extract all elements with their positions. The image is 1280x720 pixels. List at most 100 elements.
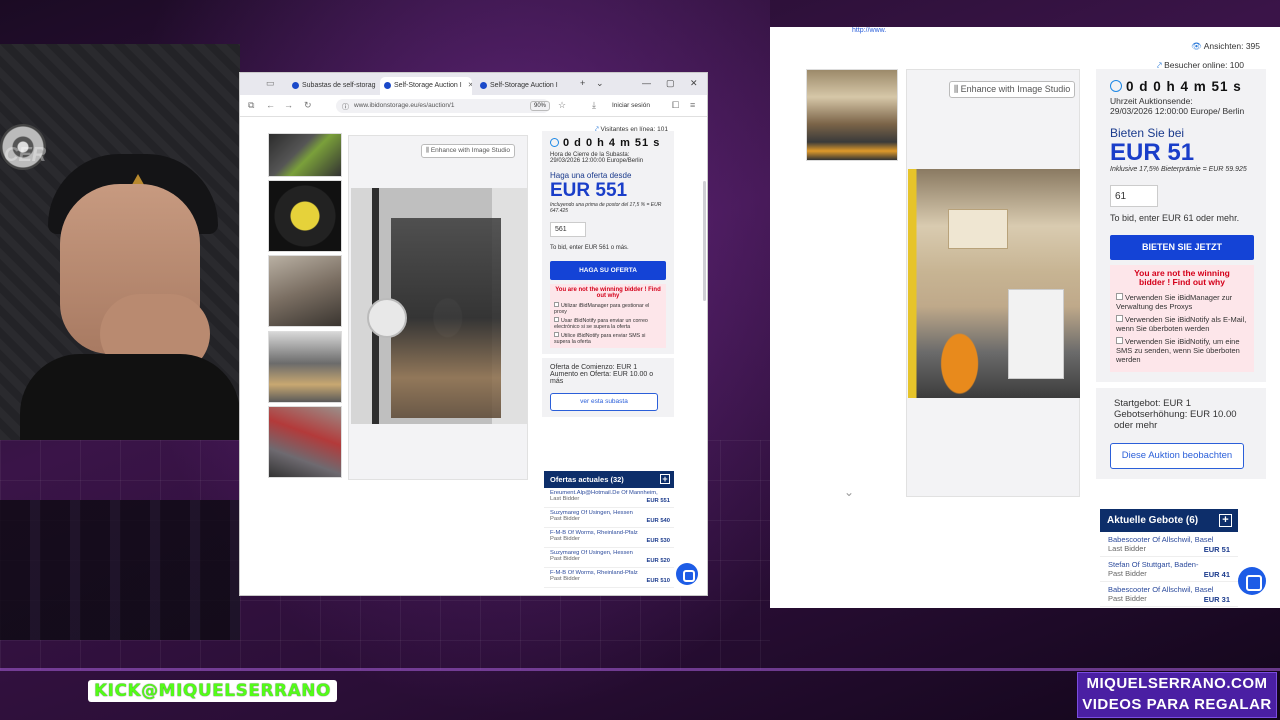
checkbox[interactable]: [554, 317, 559, 322]
start-bid: Oferta de Comienzo: EUR 1: [550, 364, 638, 371]
chat-widget-icon[interactable]: [676, 563, 698, 585]
offer-row: Babescooter Of Allschwil, Basel Last Bid…: [1100, 532, 1238, 557]
to-bid-hint: To bid, enter EUR 61 oder mehr.: [1110, 213, 1240, 223]
watch-auction-button[interactable]: Diese Auktion beobachten: [1110, 443, 1244, 469]
option-ibidmanager[interactable]: Utilizar iBidManager para gestionar el p…: [554, 302, 662, 315]
website-link[interactable]: http://www.: [852, 27, 886, 34]
reload-icon[interactable]: ↻: [304, 100, 312, 111]
tab-2[interactable]: Self-Storage Auction I✕: [380, 77, 472, 95]
option-ibidnotify-email[interactable]: Usar iBidNotify para enviar un correo el…: [554, 317, 662, 330]
bid-from-label: Haga una oferta desde: [550, 171, 632, 180]
forward-icon[interactable]: →: [284, 100, 293, 110]
countdown-timer: 0 d 0 h 4 m 51 s: [550, 137, 666, 149]
eye-icon: 👁: [1191, 41, 1202, 51]
bid-increment: Gebotserhöhung: EUR 10.00 oder mehr: [1114, 409, 1237, 431]
tab-favicon: [292, 82, 299, 89]
thumbnail-4[interactable]: [268, 331, 342, 403]
bid-amount-input[interactable]: 61: [1110, 185, 1158, 207]
option-ibidnotify-sms[interactable]: Utilice iBidNotify para enviar SMS si su…: [554, 332, 662, 345]
promo-banner: MIQUELSERRANO.COM VIDEOS PARA REGALAR: [1077, 672, 1277, 718]
zoomed-bid-sidebar: 0 d 0 h 4 m 51 s Uhrzeit Auktionsende: 2…: [1096, 69, 1266, 479]
zoomed-storage-photo[interactable]: [908, 169, 1080, 398]
new-tab-icon[interactable]: +: [580, 78, 585, 88]
downloads-icon[interactable]: ⤓: [592, 100, 596, 111]
kick-channel-handle: KICK@MIQUELSERRANO: [88, 680, 337, 702]
url-field[interactable]: ⓘ www.ibidonstorage.eu/es/auction/1: [336, 99, 550, 113]
bid-from-label: Bieten Sie bei: [1110, 126, 1185, 140]
checkbox[interactable]: [554, 302, 559, 307]
zoomed-offers-panel: Aktuelle Gebote (6) + Babescooter Of All…: [1100, 509, 1238, 607]
bid-increment: Aumento en Oferta: EUR 10.00 o más: [550, 371, 654, 385]
satellite-dish: [367, 298, 407, 338]
back-icon[interactable]: ←: [266, 100, 275, 110]
enhance-image-button[interactable]: ⫼ Enhance with Image Studio: [949, 81, 1076, 98]
clock-icon: [1110, 80, 1122, 92]
extensions-icon[interactable]: ⧠: [672, 100, 679, 111]
page-scrollbar[interactable]: [703, 181, 706, 301]
bid-terms-panel: Startgebot: EUR 1 Gebotserhöhung: EUR 10…: [1096, 388, 1266, 479]
bid-amount-input[interactable]: 561: [550, 222, 586, 237]
bid-sidebar: 0 d 0 h 4 m 51 s Hora de Cierre de la Su…: [542, 131, 674, 417]
tab-actions-icon[interactable]: ▭: [266, 78, 275, 89]
offer-row: F-M-B Of Worms, Rheinland-Pfalz Past Bid…: [544, 528, 674, 548]
offer-row: Ereument.Alp@Hotmail.De Of Mannheim, Las…: [544, 488, 674, 508]
not-winning-notice: You are not the winning bidder ! Find ou…: [550, 284, 666, 348]
minimize-icon[interactable]: —: [642, 78, 651, 88]
offer-row: Stefan Of Stuttgart, Baden- Past Bidder …: [1100, 557, 1238, 582]
maximize-icon[interactable]: ▢: [666, 78, 675, 89]
watch-auction-button[interactable]: ver esta subasta: [550, 393, 658, 411]
to-bid-hint: To bid, enter EUR 561 o más.: [550, 245, 629, 251]
expand-plus-icon[interactable]: +: [1219, 514, 1232, 527]
checkbox[interactable]: [1116, 315, 1123, 322]
checkbox[interactable]: [1116, 293, 1123, 300]
tab-1[interactable]: Subastas de self-storag✕: [288, 77, 376, 95]
checkbox[interactable]: [554, 332, 559, 337]
storage-unit-photo[interactable]: [351, 188, 527, 424]
offers-header: Aktuelle Gebote (6) +: [1100, 509, 1238, 532]
option-ibidnotify-sms[interactable]: Verwenden Sie iBidNotify, um eine SMS zu…: [1116, 337, 1248, 364]
option-ibidmanager[interactable]: Verwenden Sie iBidManager zur Verwaltung…: [1116, 293, 1248, 311]
clock-icon: [550, 138, 559, 147]
thumbnail-strip: [268, 133, 342, 478]
not-winning-text[interactable]: You are not the winning bidder ! Find ou…: [1116, 269, 1248, 287]
place-bid-button[interactable]: BIETEN SIE JETZT: [1110, 235, 1254, 260]
webcam-feed: CER: [0, 44, 240, 440]
background-blocks: [0, 500, 240, 640]
tab-favicon: [480, 82, 487, 89]
tab-list-chevron-icon[interactable]: ⌄: [596, 78, 604, 89]
white-appliance: [1008, 289, 1064, 379]
site-info-icon[interactable]: ⓘ: [342, 102, 349, 112]
thumbnail-1[interactable]: [268, 133, 342, 177]
bid-terms-panel: Oferta de Comienzo: EUR 1 Aumento en Ofe…: [542, 358, 674, 417]
premium-note: Incluyendo una prima de postor del 17,5 …: [550, 202, 662, 214]
expand-plus-icon[interactable]: +: [660, 474, 670, 484]
sign-in-button[interactable]: Iniciar sesión: [612, 102, 650, 109]
zoom-level-badge[interactable]: 90%: [530, 101, 551, 111]
thumbnail-2[interactable]: [268, 180, 342, 252]
close-tab-icon[interactable]: ✕: [468, 82, 472, 89]
favorite-star-icon[interactable]: ☆: [558, 100, 566, 111]
enhance-image-button[interactable]: ⫼ Enhance with Image Studio: [421, 144, 515, 158]
closing-label: Uhrzeit Auktionsende:: [1110, 96, 1193, 106]
offers-panel: Ofertas actuales (32) + Ereument.Alp@Hot…: [544, 471, 674, 588]
streamer-body: [20, 354, 240, 440]
not-winning-text[interactable]: You are not the winning bidder ! Find ou…: [554, 287, 662, 299]
option-ibidnotify-email[interactable]: Verwenden Sie iBidNotify als E-Mail, wen…: [1116, 315, 1248, 333]
zoomed-thumbnail[interactable]: [806, 69, 898, 161]
tab-favicon: [384, 82, 391, 89]
premium-note: Inklusive 17,5% Bieterprämie = EUR 59.92…: [1110, 166, 1247, 173]
place-bid-button[interactable]: HAGA SU OFERTA: [550, 261, 666, 280]
closing-value: 29/03/2026 12:00:00 Europe/Berlin: [550, 158, 644, 164]
sidebar-toggle-icon[interactable]: ⧉: [248, 100, 254, 111]
offers-header: Ofertas actuales (32) +: [544, 471, 674, 488]
offer-row: Babescooter Of Allschwil, Basel Past Bid…: [1100, 582, 1238, 607]
thumbnail-3[interactable]: [268, 255, 342, 327]
checkbox[interactable]: [1116, 337, 1123, 344]
thumbnail-5[interactable]: [268, 406, 342, 478]
scroll-down-chevron-icon[interactable]: ⌄: [844, 485, 854, 499]
close-window-icon[interactable]: ✕: [690, 78, 698, 89]
menu-icon[interactable]: ≡: [690, 100, 695, 110]
tab-3[interactable]: Self-Storage Auction I✕: [476, 77, 564, 95]
closing-value: 29/03/2026 12:00:00 Europe/ Berlin: [1110, 106, 1245, 116]
chat-widget-icon[interactable]: [1238, 567, 1266, 595]
